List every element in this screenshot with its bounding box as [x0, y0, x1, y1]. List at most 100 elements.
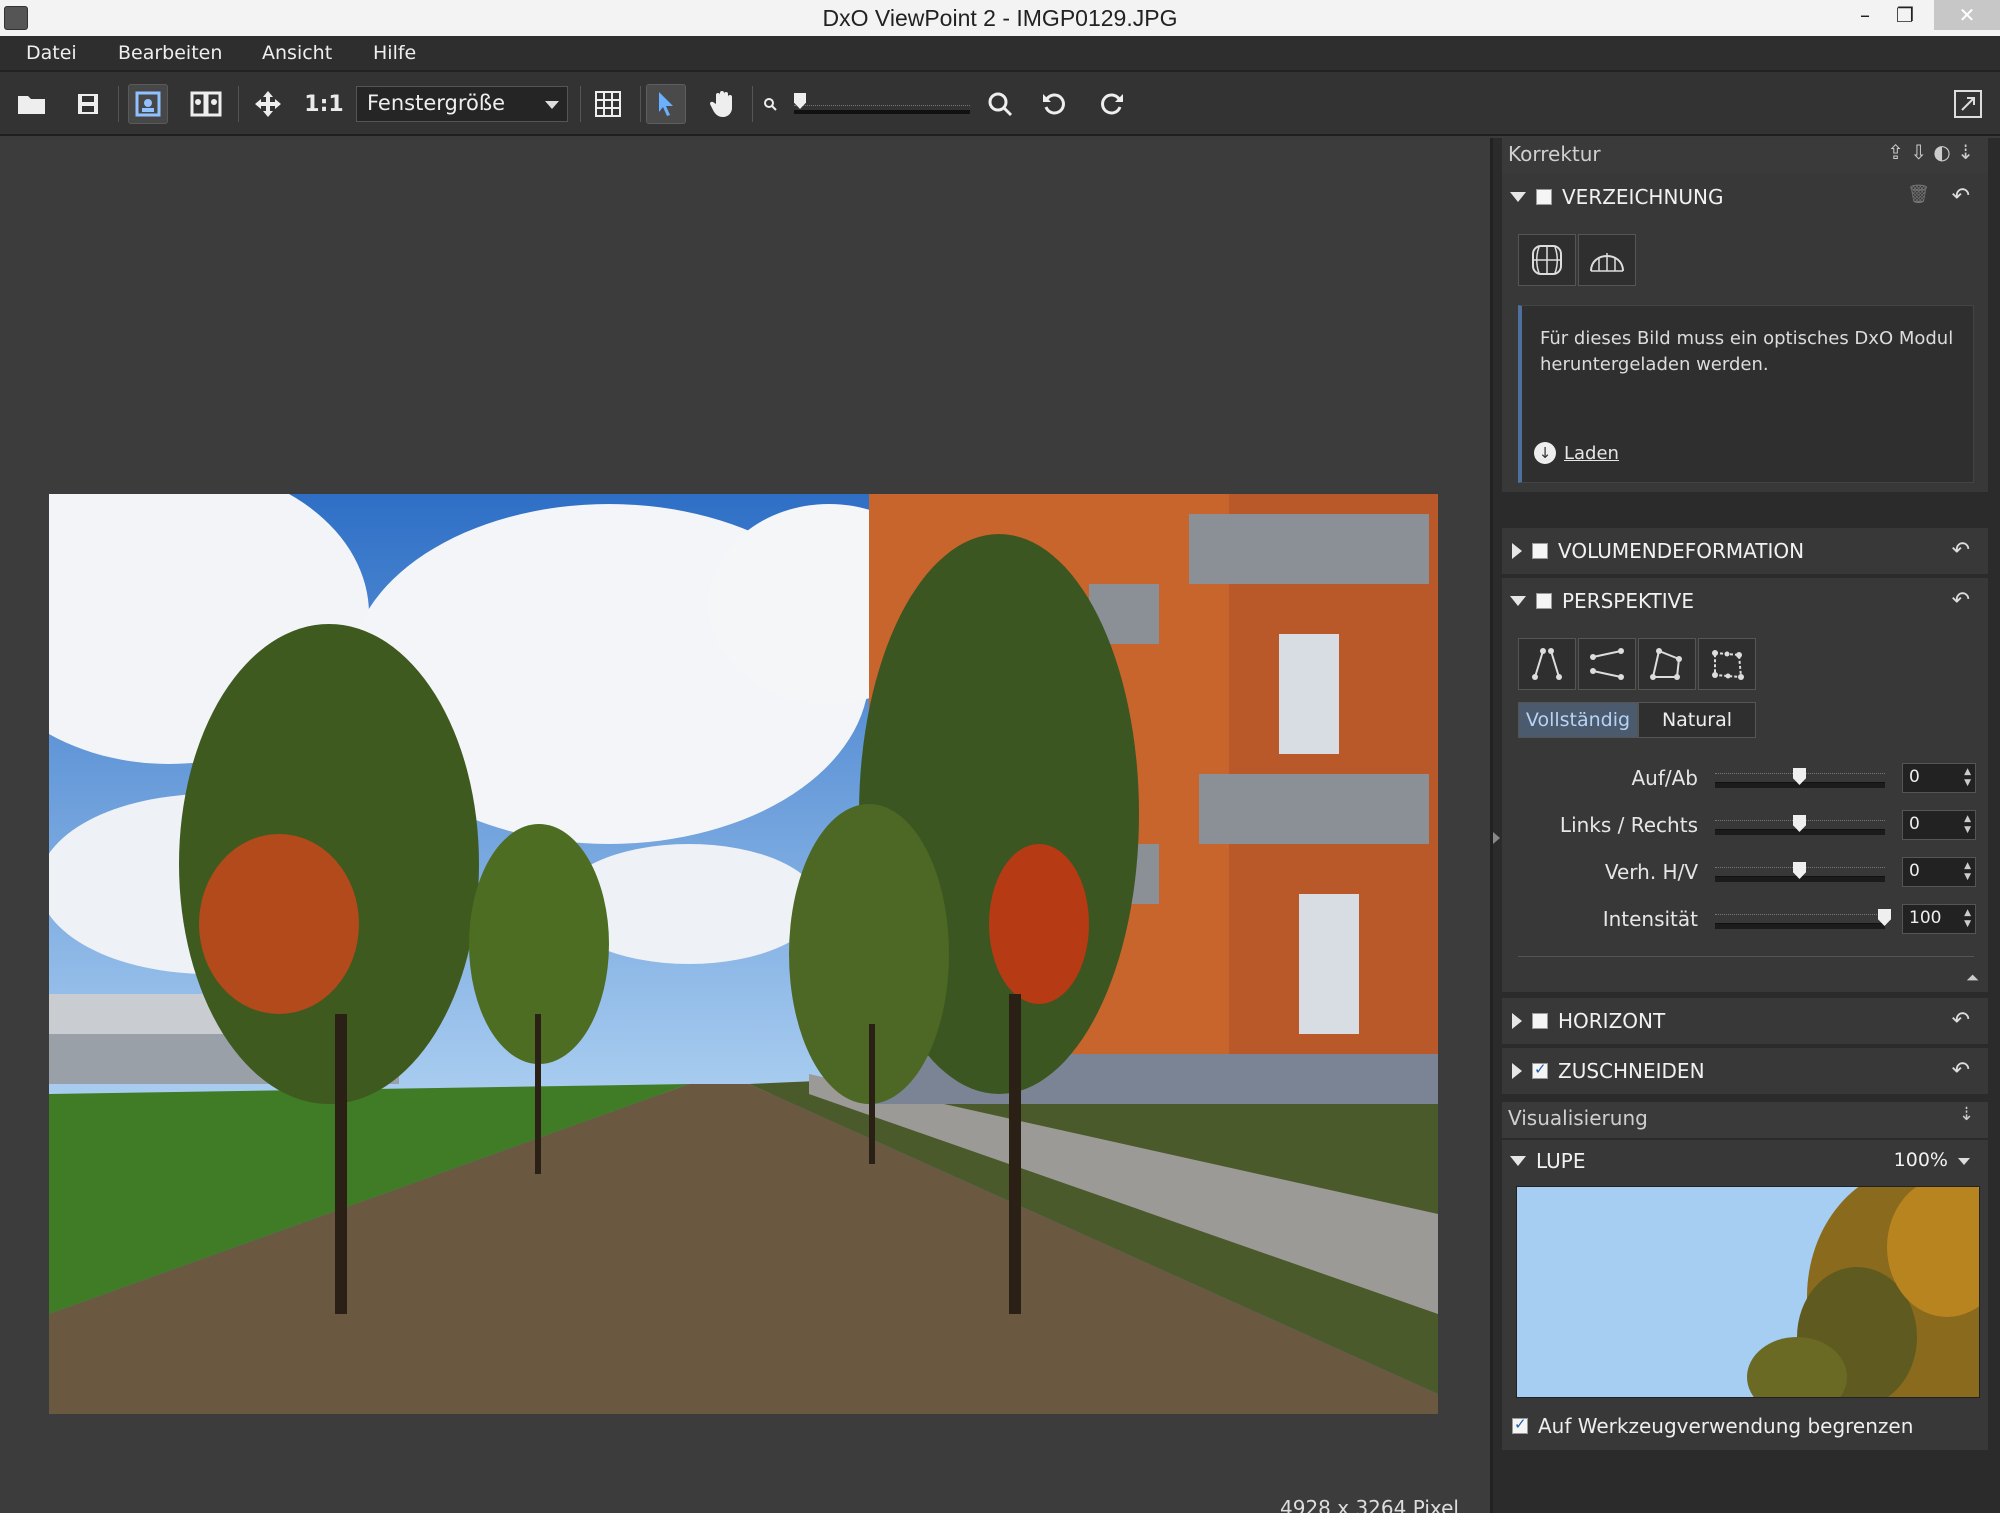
- input-auf-ab[interactable]: 0 ▲ ▼: [1902, 763, 1976, 793]
- divider: [1518, 956, 1974, 957]
- zuschneiden-header[interactable]: ZUSCHNEIDEN ↶: [1502, 1048, 1988, 1094]
- restore-button[interactable]: ❐: [1878, 0, 1932, 30]
- korrektur-header: Korrektur ⇪ ⇩ ◐ ⇣: [1502, 138, 1988, 174]
- menu-bearbeiten[interactable]: Bearbeiten: [118, 42, 222, 64]
- menu-hilfe[interactable]: Hilfe: [373, 42, 416, 64]
- zoom-slider-ticks: [794, 96, 970, 106]
- mode-natural-button[interactable]: Natural: [1638, 702, 1756, 738]
- pointer-tool-icon[interactable]: [646, 84, 686, 124]
- expand-icon[interactable]: [1510, 1156, 1526, 1166]
- lupe-zoom-value[interactable]: 100%: [1894, 1149, 1948, 1171]
- input-intensitaet[interactable]: 100 ▲ ▼: [1902, 904, 1976, 934]
- verzeichnung-header[interactable]: VERZEICHNUNG 🗑 ↶: [1502, 174, 1988, 220]
- horizont-checkbox[interactable]: [1532, 1013, 1548, 1029]
- korrektur-title: Korrektur: [1508, 142, 1601, 166]
- volumendeformation-header[interactable]: VOLUMENDEFORMATION ↶: [1502, 528, 1988, 574]
- window-title: DxO ViewPoint 2 - IMGP0129.JPG: [822, 5, 1178, 31]
- volumendeformation-title: VOLUMENDEFORMATION: [1558, 539, 1805, 563]
- horizont-title: HORIZONT: [1558, 1009, 1666, 1033]
- reset-icon[interactable]: ↶: [1952, 1008, 1970, 1033]
- rotate-left-icon[interactable]: [1034, 84, 1074, 124]
- panel-header-icons[interactable]: ⇪ ⇩ ◐ ⇣: [1887, 140, 1974, 164]
- expand-icon[interactable]: [1510, 192, 1526, 202]
- move-icon[interactable]: [248, 84, 288, 124]
- slider-intensitaet[interactable]: [1715, 923, 1885, 929]
- limit-label: Auf Werkzeugverwendung begrenzen: [1538, 1414, 1914, 1438]
- spinner-icon[interactable]: ▲ ▼: [1964, 814, 1971, 836]
- image-dimensions: 4928 x 3264 Pixel: [1280, 1496, 1459, 1513]
- limit-checkbox[interactable]: [1512, 1415, 1528, 1434]
- pin-icon[interactable]: ⇣: [1959, 1104, 1974, 1125]
- slider-ticks: [1715, 907, 1885, 915]
- spinner-icon[interactable]: ▲ ▼: [1964, 908, 1971, 930]
- input-links-rechts[interactable]: 0 ▲ ▼: [1902, 810, 1976, 840]
- distortion-barrel-button[interactable]: [1518, 234, 1576, 286]
- zuschneiden-title: ZUSCHNEIDEN: [1558, 1059, 1705, 1083]
- hand-tool-icon[interactable]: [702, 84, 742, 124]
- input-verh-hv-value: 0: [1909, 861, 1920, 881]
- zuschneiden-checkbox[interactable]: [1532, 1060, 1548, 1079]
- perspective-rectangle-button[interactable]: [1638, 638, 1696, 690]
- reset-icon[interactable]: ↶: [1952, 588, 1970, 613]
- chevron-down-icon: [545, 101, 559, 109]
- zoom-mode-value: Fenstergröße: [367, 91, 506, 115]
- limit-option[interactable]: Auf Werkzeugverwendung begrenzen: [1512, 1414, 1913, 1438]
- lupe-header[interactable]: LUPE 100%: [1502, 1138, 1988, 1184]
- zoom-in-icon[interactable]: [980, 84, 1020, 124]
- expand-icon[interactable]: [1512, 1063, 1522, 1079]
- download-label: Laden: [1564, 442, 1619, 464]
- zoom-slider[interactable]: [794, 110, 970, 114]
- download-icon: ↓: [1534, 442, 1556, 464]
- menu-ansicht[interactable]: Ansicht: [262, 42, 332, 64]
- reset-icon[interactable]: ↶: [1952, 538, 1970, 563]
- expand-icon[interactable]: [1510, 596, 1526, 606]
- open-folder-icon[interactable]: [12, 84, 52, 124]
- chevron-down-icon[interactable]: [1958, 1158, 1970, 1165]
- spinner-icon[interactable]: ▲ ▼: [1964, 861, 1971, 883]
- title-bar: DxO ViewPoint 2 - IMGP0129.JPG – ❐ ✕: [0, 0, 2000, 36]
- menu-datei[interactable]: Datei: [26, 42, 77, 64]
- before-after-view-icon[interactable]: [186, 84, 226, 124]
- input-verh-hv[interactable]: 0 ▲ ▼: [1902, 857, 1976, 887]
- distortion-fisheye-button[interactable]: [1578, 234, 1636, 286]
- expand-icon[interactable]: [1512, 1013, 1522, 1029]
- expand-icon[interactable]: [1512, 543, 1522, 559]
- visualisierung-title: Visualisierung: [1508, 1106, 1648, 1130]
- param-label-intensitaet: Intensität: [1602, 907, 1698, 931]
- menu-bar: Datei Bearbeiten Ansicht Hilfe: [0, 36, 2000, 72]
- one-to-one-button[interactable]: 1:1: [304, 84, 344, 124]
- photo-preview: [49, 494, 1438, 1414]
- spinner-icon[interactable]: ▲ ▼: [1964, 767, 1971, 789]
- panel-toggle-icon[interactable]: [1493, 832, 1500, 844]
- zoom-mode-select[interactable]: Fenstergröße: [356, 86, 568, 122]
- loupe-preview: [1516, 1186, 1980, 1398]
- trash-icon[interactable]: 🗑: [1907, 184, 1930, 205]
- lupe-title: LUPE: [1536, 1149, 1586, 1173]
- volumendeformation-checkbox[interactable]: [1532, 543, 1548, 559]
- collapse-up-icon[interactable]: ⏶: [1966, 968, 1979, 988]
- visualisierung-header: Visualisierung ⇣: [1502, 1102, 1988, 1138]
- perspective-horizontal-button[interactable]: [1578, 638, 1636, 690]
- mode-full-button[interactable]: Vollständig: [1518, 702, 1638, 738]
- toolbar: 1:1 Fenstergröße: [0, 72, 2000, 136]
- perspective-vertical-button[interactable]: [1518, 638, 1576, 690]
- download-link[interactable]: ↓ Laden: [1534, 442, 1619, 464]
- input-auf-ab-value: 0: [1909, 767, 1920, 787]
- reset-icon[interactable]: ↶: [1952, 1058, 1970, 1083]
- perspektive-header[interactable]: PERSPEKTIVE ↶: [1502, 578, 1988, 624]
- grid-icon[interactable]: [588, 84, 628, 124]
- perspective-eight-point-button[interactable]: [1698, 638, 1756, 690]
- save-icon[interactable]: [68, 84, 108, 124]
- perspektive-checkbox[interactable]: [1536, 593, 1552, 609]
- image-canvas[interactable]: [0, 138, 1490, 1513]
- close-button[interactable]: ✕: [1934, 0, 2000, 30]
- input-links-rechts-value: 0: [1909, 814, 1920, 834]
- rotate-right-icon[interactable]: [1092, 84, 1132, 124]
- single-view-icon[interactable]: [128, 84, 168, 124]
- fullscreen-icon[interactable]: [1948, 84, 1988, 124]
- param-label-verh-hv: Verh. H/V: [1604, 860, 1698, 884]
- reset-icon[interactable]: ↶: [1952, 184, 1970, 209]
- zoom-out-icon[interactable]: [760, 84, 780, 124]
- verzeichnung-checkbox[interactable]: [1536, 189, 1552, 205]
- horizont-header[interactable]: HORIZONT ↶: [1502, 998, 1988, 1044]
